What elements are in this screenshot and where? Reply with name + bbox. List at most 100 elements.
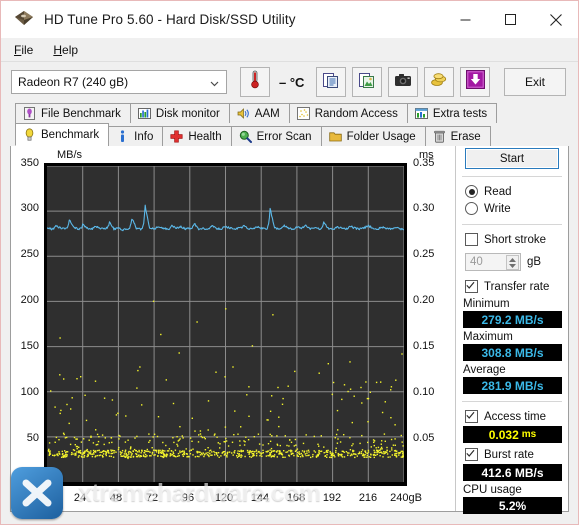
short-stroke-row: 40 gB	[456, 253, 568, 271]
checkbox-short-stroke[interactable]: Short stroke	[456, 231, 568, 248]
radio-read-label: Read	[484, 186, 512, 198]
x-tick-192: 192	[312, 492, 352, 504]
copy-text-button[interactable]	[316, 67, 346, 97]
tab-folder-usage[interactable]: Folder Usage	[321, 126, 426, 146]
tab-benchmark-label: Benchmark	[41, 129, 99, 141]
x-tick-96: 96	[168, 492, 208, 504]
exit-button-label: Exit	[525, 75, 545, 89]
maximize-button[interactable]	[488, 1, 533, 38]
benchmark-panel: MB/s ms 350 300 250 200 150 100 50 0 0.3…	[10, 141, 569, 512]
tab-info-label: Info	[134, 131, 153, 143]
tab-aam[interactable]: AAM	[229, 103, 290, 123]
minimize-button[interactable]	[443, 1, 488, 38]
y2-tick-005: 0.05	[413, 432, 447, 444]
close-button[interactable]	[533, 1, 578, 38]
maximum-value: 308.8 MB/s	[481, 346, 543, 360]
radio-write-indicator	[465, 202, 478, 215]
tab-benchmark[interactable]: Benchmark	[15, 123, 109, 146]
cpu-usage-value: 5.2%	[499, 499, 526, 513]
temperature-button[interactable]	[240, 67, 270, 97]
copy-image-button[interactable]	[352, 67, 382, 97]
tab-error-scan-label: Error Scan	[257, 131, 312, 143]
tabs-bottom-row: Benchmark Info Health	[1, 123, 578, 146]
tab-disk-monitor[interactable]: Disk monitor	[130, 103, 230, 123]
y-tick-350: 350	[11, 157, 39, 169]
radio-read[interactable]: Read	[456, 183, 568, 200]
tab-erase[interactable]: Erase	[425, 126, 491, 146]
transfer-rate-label: Transfer rate	[484, 281, 549, 293]
short-stroke-value: 40	[466, 256, 483, 268]
y-tick-250: 250	[11, 248, 39, 260]
access-time-value: 0.032	[489, 428, 519, 442]
y-tick-200: 200	[11, 294, 39, 306]
hdtune-app-icon	[13, 9, 35, 31]
hdtune-window: HD Tune Pro 5.60 - Hard Disk/SSD Utility…	[0, 0, 579, 525]
copy-text-icon	[322, 71, 340, 94]
tab-extra-tests[interactable]: Extra tests	[407, 103, 497, 123]
access-time-value-box: 0.032 ms	[463, 426, 562, 443]
divider-3	[462, 401, 562, 402]
maximum-label: Maximum	[456, 331, 568, 343]
download-arrow-icon	[466, 70, 485, 94]
maximum-value-box: 308.8 MB/s	[463, 344, 562, 361]
burst-rate-value: 412.6 MB/s	[481, 466, 543, 480]
tab-health[interactable]: Health	[162, 126, 231, 146]
y2-tick-035: 0.35	[413, 157, 447, 169]
tab-info[interactable]: Info	[108, 126, 163, 146]
minimum-value: 279.2 MB/s	[481, 313, 543, 327]
tab-folder-usage-label: Folder Usage	[347, 131, 416, 143]
menu-item-help[interactable]: Help	[49, 40, 88, 60]
radio-read-indicator	[465, 185, 478, 198]
drive-select[interactable]: Radeon R7 (240 gB)	[11, 70, 227, 94]
x-tick-216: 216	[348, 492, 388, 504]
screenshot-button[interactable]	[388, 67, 418, 97]
y-tick-150: 150	[11, 340, 39, 352]
y2-tick-030: 0.30	[413, 202, 447, 214]
thermometer-icon	[247, 70, 263, 94]
menu-bar: File Help	[1, 38, 578, 62]
download-button[interactable]	[460, 67, 490, 97]
minimum-label: Minimum	[456, 298, 568, 310]
radio-write[interactable]: Write	[456, 200, 568, 217]
y2-tick-015: 0.15	[413, 340, 447, 352]
access-time-unit: ms	[522, 429, 536, 440]
benchmark-controls: Start Read Write Short stroke 40	[455, 142, 568, 511]
y2-tick-025: 0.25	[413, 248, 447, 260]
x-tick-72: 72	[132, 492, 172, 504]
tab-random-access[interactable]: Random Access	[289, 103, 408, 123]
y-tick-300: 300	[11, 202, 39, 214]
gold-button[interactable]	[424, 67, 454, 97]
exit-button[interactable]: Exit	[504, 68, 566, 96]
average-label: Average	[456, 364, 568, 376]
toolbar: Radeon R7 (240 gB) – °C	[1, 62, 578, 102]
checkbox-transfer-rate[interactable]: Transfer rate	[456, 278, 568, 295]
checkbox-access-time[interactable]: Access time	[456, 408, 568, 425]
coins-icon	[430, 72, 448, 93]
menu-item-file[interactable]: File	[10, 40, 43, 60]
tab-extra-tests-label: Extra tests	[433, 108, 487, 120]
tab-error-scan[interactable]: Error Scan	[231, 126, 322, 146]
divider-1	[462, 176, 562, 177]
tab-random-access-label: Random Access	[315, 108, 398, 120]
x-tick-120: 120	[204, 492, 244, 504]
stepper-arrows-icon[interactable]	[506, 255, 519, 270]
temperature-value: – °C	[279, 75, 304, 90]
average-value: 281.9 MB/s	[481, 379, 543, 393]
x-tick-24: 24	[60, 492, 100, 504]
short-stroke-label: Short stroke	[484, 234, 546, 246]
start-button-label: Start	[500, 153, 524, 165]
divider-2	[462, 224, 562, 225]
start-button[interactable]: Start	[465, 148, 559, 169]
burst-rate-checkbox-indicator	[465, 448, 478, 461]
random-access-icon	[297, 107, 310, 120]
benchmark-chart: MB/s ms 350 300 250 200 150 100 50 0 0.3…	[11, 142, 466, 511]
file-benchmark-icon	[23, 107, 36, 120]
x-tick-144: 144	[240, 492, 280, 504]
y2-tick-020: 0.20	[413, 294, 447, 306]
short-stroke-stepper[interactable]: 40	[465, 253, 521, 271]
tab-file-benchmark[interactable]: File Benchmark	[15, 103, 131, 123]
lightbulb-icon	[23, 128, 36, 141]
tab-file-benchmark-label: File Benchmark	[41, 108, 121, 120]
checkbox-burst-rate[interactable]: Burst rate	[456, 446, 568, 463]
burst-rate-value-box: 412.6 MB/s	[463, 464, 562, 481]
